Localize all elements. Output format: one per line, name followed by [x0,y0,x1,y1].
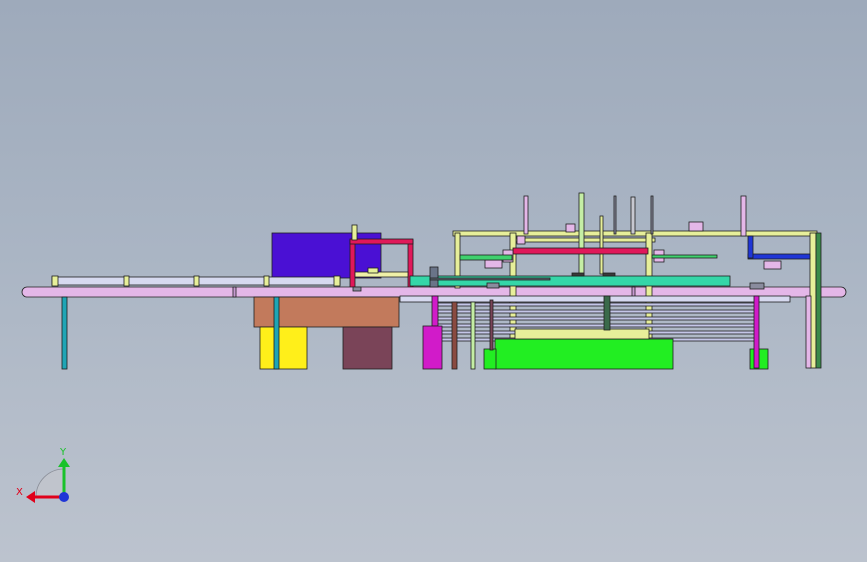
x-axis-label: X [16,487,23,498]
y-axis-label: Y [59,447,67,458]
x-axis-arrowhead [26,491,35,503]
orientation-triad: X Y [16,447,70,503]
cad-viewport[interactable]: X Y [0,0,867,562]
triad-quadrant [35,468,65,498]
z-axis-dot [59,492,69,502]
y-axis-arrowhead [58,458,70,467]
